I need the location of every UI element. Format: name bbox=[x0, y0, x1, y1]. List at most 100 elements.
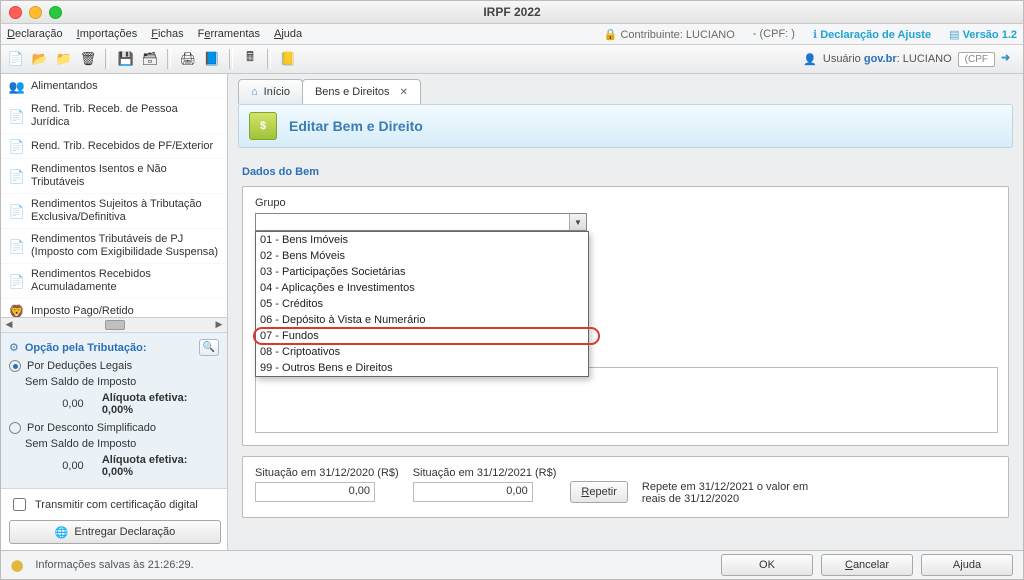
deliver-button-label: Entregar Declaração bbox=[74, 526, 175, 538]
send-icon[interactable]: 📘 bbox=[203, 50, 221, 68]
cpf-label: - (CPF: ) bbox=[753, 28, 795, 40]
sidebar-item-1[interactable]: 📄 Rend. Trib. Receb. de Pessoa Jurídica bbox=[1, 99, 227, 134]
sidebar-item-label: Rendimentos Recebidos Acumuladamente bbox=[31, 268, 219, 294]
ok-button[interactable]: OK bbox=[721, 554, 813, 576]
radio-deducoes[interactable] bbox=[9, 360, 21, 372]
close-tab-icon[interactable]: ✕ bbox=[400, 87, 408, 98]
sidebar-item-6[interactable]: 📄 Rendimentos Recebidos Acumuladamente bbox=[1, 264, 227, 299]
radio-simplificado[interactable] bbox=[9, 422, 21, 434]
scroll-left-icon[interactable]: ◀ bbox=[3, 319, 15, 331]
next-arrow-icon[interactable]: ➜ bbox=[1001, 51, 1017, 67]
grupo-option-6[interactable]: 07 - Fundos bbox=[256, 328, 588, 344]
grupo-option-1[interactable]: 02 - Bens Móveis bbox=[256, 248, 588, 264]
sidebar-item-2[interactable]: 📄Rend. Trib. Recebidos de PF/Exterior bbox=[1, 134, 227, 159]
opt-deducoes-label: Por Deduções Legais bbox=[27, 360, 132, 372]
content-banner: $ Editar Bem e Direito bbox=[238, 104, 1013, 148]
sidebar-item-7[interactable]: 🦁 Imposto Pago/Retido bbox=[1, 299, 227, 317]
transmit-checkbox[interactable]: Transmitir com certificação digital bbox=[9, 495, 219, 514]
grupo-label: Grupo bbox=[255, 197, 996, 209]
aliquota-1: Alíquota efetiva: 0,00% bbox=[102, 392, 219, 416]
valor-1: 0,00 bbox=[25, 398, 84, 410]
titlebar: IRPF 2022 bbox=[1, 1, 1023, 24]
valor-2: 0,00 bbox=[25, 460, 84, 472]
sidebar-item-3[interactable]: 📄Rendimentos Isentos e Não Tributáveis bbox=[1, 159, 227, 194]
sit2021-input[interactable]: 0,00 bbox=[413, 482, 533, 502]
sidebar-item-4[interactable]: 📄Rendimentos Sujeitos à Tributação Exclu… bbox=[1, 194, 227, 229]
sidebar-item-label: Rend. Trib. Receb. de Pessoa Jurídica bbox=[31, 103, 219, 129]
main-content: ⌂ Início Bens e Direitos ✕ $ Editar Bem e … bbox=[228, 74, 1023, 550]
help-button[interactable]: Ajuda bbox=[921, 554, 1013, 576]
repetir-help: Repete em 31/12/2021 o valor em reais de… bbox=[642, 481, 812, 505]
grupo-dropdown: 01 - Bens Imóveis02 - Bens Móveis03 - Pa… bbox=[255, 231, 589, 377]
banner-title: Editar Bem e Direito bbox=[289, 118, 423, 134]
tax-option-panel: ⚙Opção pela Tributação:🔍 Por Deduções Le… bbox=[1, 332, 227, 488]
menu-fichas[interactable]: Fichas bbox=[151, 28, 183, 40]
menu-ajuda[interactable]: Ajuda bbox=[274, 28, 302, 40]
menu-importacoes[interactable]: Importações bbox=[77, 28, 138, 40]
grupo-option-3[interactable]: 04 - Aplicações e Investimentos bbox=[256, 280, 588, 296]
section-title: Dados do Bem bbox=[242, 166, 1009, 178]
info-icon: ⬤ bbox=[11, 559, 23, 572]
repetir-button[interactable]: Repetir bbox=[570, 481, 627, 503]
sidebar-item-5[interactable]: 📄Rendimentos Tributáveis de PJ (Imposto … bbox=[1, 229, 227, 264]
grupo-option-5[interactable]: 06 - Depósito à Vista e Numerário bbox=[256, 312, 588, 328]
scroll-right-icon[interactable]: ▶ bbox=[213, 319, 225, 331]
menubar: Declaração Importações Fichas Ferramenta… bbox=[1, 24, 1023, 45]
chevron-down-icon[interactable]: ▼ bbox=[569, 214, 586, 230]
sidebar-item-label: Alimentandos bbox=[31, 80, 98, 93]
open-folder-alt-icon[interactable]: 📁 bbox=[55, 50, 73, 68]
sidebar-item-0[interactable]: 👥 Alimentandos bbox=[1, 74, 227, 99]
transmit-bar: Transmitir com certificação digital 🌐Ent… bbox=[1, 488, 227, 550]
footer: ⬤ Informações salvas às 21:26:29. OK Can… bbox=[1, 550, 1023, 579]
grupo-option-0[interactable]: 01 - Bens Imóveis bbox=[256, 232, 588, 248]
print-icon[interactable]: 🖨 bbox=[179, 50, 197, 68]
window-title: IRPF 2022 bbox=[1, 5, 1023, 19]
grupo-option-4[interactable]: 05 - Créditos bbox=[256, 296, 588, 312]
grupo-input[interactable] bbox=[255, 213, 587, 231]
cancel-button[interactable]: Cancelar bbox=[821, 554, 913, 576]
usuario-label: Usuário gov.br: LUCIANO bbox=[823, 53, 952, 65]
zoom-icon[interactable]: 🔍 bbox=[199, 339, 219, 356]
sit2020-input[interactable]: 0,00 bbox=[255, 482, 375, 502]
flag-icon: ▤ bbox=[949, 29, 959, 41]
sidebar-item-label: Imposto Pago/Retido bbox=[31, 305, 134, 318]
grupo-option-7[interactable]: 08 - Criptoativos bbox=[256, 344, 588, 360]
open-folder-icon[interactable]: 📂 bbox=[31, 50, 49, 68]
sidebar-item-label: Rendimentos Isentos e Não Tributáveis bbox=[31, 163, 219, 189]
sidebar-item-icon: 🦁 bbox=[9, 303, 25, 317]
form-box: Grupo ▼ 01 - Bens Imóveis02 - Bens Móvei… bbox=[242, 186, 1009, 446]
home-icon: ⌂ bbox=[251, 86, 258, 98]
tab-bens[interactable]: Bens e Direitos ✕ bbox=[302, 79, 421, 104]
sidebar-item-icon: 📄 bbox=[9, 273, 25, 289]
opt-simplificado-label: Por Desconto Simplificado bbox=[27, 422, 156, 434]
tabs: ⌂ Início Bens e Direitos ✕ bbox=[228, 74, 1023, 104]
sidebar-item-label: Rendimentos Sujeitos à Tributação Exclus… bbox=[31, 198, 219, 224]
menu-ferramentas[interactable]: Ferramentas bbox=[198, 28, 260, 40]
sit2021-label: Situação em 31/12/2021 (R$) bbox=[413, 467, 557, 479]
user-icon: 👤 bbox=[803, 53, 817, 66]
trash-icon[interactable]: 🗑 bbox=[79, 50, 97, 68]
sit2020-label: Situação em 31/12/2020 (R$) bbox=[255, 467, 399, 479]
new-icon[interactable]: 📄 bbox=[7, 50, 25, 68]
grupo-combobox[interactable]: ▼ 01 - Bens Imóveis02 - Bens Móveis03 - … bbox=[255, 213, 587, 231]
transmit-checkbox-input[interactable] bbox=[13, 498, 26, 511]
sem-saldo-1: Sem Saldo de Imposto bbox=[25, 376, 136, 388]
validate-icon[interactable]: 📒 bbox=[279, 50, 297, 68]
save-icon[interactable]: 💾 bbox=[117, 50, 135, 68]
restore-icon[interactable]: 🗃 bbox=[141, 50, 159, 68]
sidebar-item-icon: 👥 bbox=[9, 78, 25, 94]
grupo-option-2[interactable]: 03 - Participações Societárias bbox=[256, 264, 588, 280]
sidebar-item-icon: 📄 bbox=[9, 108, 25, 124]
sidebar-scrollbar[interactable]: ◀ ▶ bbox=[1, 317, 227, 332]
info-icon: ℹ bbox=[813, 29, 817, 41]
deliver-button[interactable]: 🌐Entregar Declaração bbox=[9, 520, 221, 544]
sidebar-item-icon: 📄 bbox=[9, 238, 25, 254]
calculator-icon[interactable]: 🖩 bbox=[241, 50, 259, 68]
scroll-thumb[interactable] bbox=[105, 320, 125, 330]
menu-declaracao[interactable]: Declaração bbox=[7, 28, 63, 40]
tab-bens-label: Bens e Direitos bbox=[315, 86, 390, 98]
toolbar: 📄 📂 📁 🗑 💾 🗃 🖨 📘 🖩 📒 👤 Usuário gov.br: LU… bbox=[1, 45, 1023, 74]
tab-inicio[interactable]: ⌂ Início bbox=[238, 79, 303, 104]
tab-inicio-label: Início bbox=[264, 86, 290, 98]
grupo-option-8[interactable]: 99 - Outros Bens e Direitos bbox=[256, 360, 588, 376]
